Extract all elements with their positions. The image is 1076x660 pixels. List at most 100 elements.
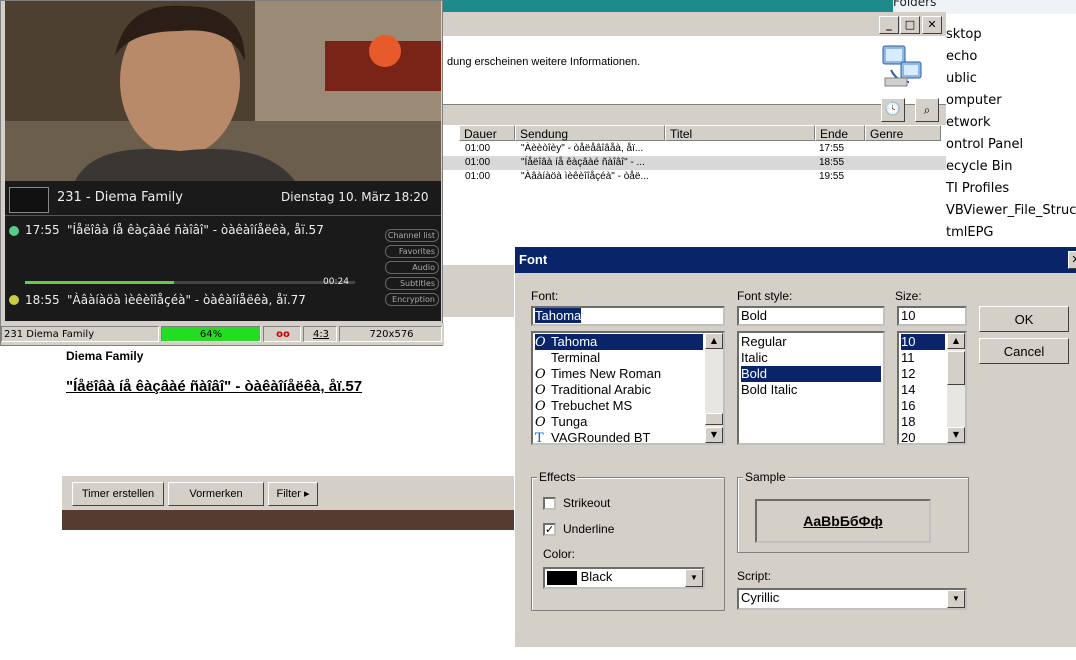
ok-button[interactable]: OK: [979, 306, 1069, 332]
opentype-icon: O: [535, 399, 546, 414]
size-list[interactable]: 10 11 12 14 16 18 20 ▲ ▼: [897, 331, 967, 445]
script-select[interactable]: Cyrillic ▼: [737, 588, 967, 610]
osd-side-button[interactable]: Encryption: [385, 293, 439, 306]
color-swatch: [547, 570, 577, 585]
font-option-label: Tunga: [551, 414, 588, 429]
clock-button[interactable]: 🕓: [881, 98, 905, 122]
table-row[interactable]: 01:00 "Àâàíàöà ìèêèîîåçéà" - òåë... 19:5…: [443, 170, 946, 184]
color-select[interactable]: Black ▼: [543, 567, 705, 589]
opentype-icon: O: [535, 335, 546, 350]
style-option[interactable]: Italic: [741, 350, 881, 366]
size-option[interactable]: 11: [901, 350, 945, 366]
font-option[interactable]: O Trebuchet MS: [535, 398, 703, 414]
font-name-field[interactable]: Tahoma: [531, 306, 725, 326]
folder-item[interactable]: tmlEPG: [946, 225, 994, 240]
dialog-close-button[interactable]: ✕: [1068, 251, 1076, 269]
font-option-label: VAGRounded BT: [551, 430, 651, 445]
size-option[interactable]: 14: [901, 382, 945, 398]
column-ende[interactable]: Ende: [815, 125, 865, 141]
filter-button[interactable]: Filter ▸: [268, 482, 318, 506]
cell-sendung: "Àâàíàöà ìèêèîîåçéà" - òåë...: [521, 171, 649, 182]
folder-item[interactable]: ecycle Bin: [946, 159, 1013, 174]
underline-checkbox[interactable]: ✓: [543, 523, 556, 536]
size-option[interactable]: 16: [901, 398, 945, 414]
osd-side-button[interactable]: Favorites: [385, 245, 439, 258]
status-aspect[interactable]: 4:3: [303, 326, 337, 342]
font-style-list[interactable]: Regular Italic Bold Bold Italic: [737, 331, 885, 445]
progress-fill: [25, 281, 174, 284]
scroll-down-icon[interactable]: ▼: [947, 427, 965, 443]
opentype-icon: O: [535, 367, 546, 382]
size-label: Size:: [895, 289, 922, 303]
osd-side-button[interactable]: Audio: [385, 261, 439, 274]
folder-item[interactable]: VBViewer_File_Struc: [946, 203, 1076, 218]
record-icon[interactable]: oo: [263, 326, 301, 342]
folder-item[interactable]: omputer: [946, 93, 1002, 108]
cell-ende: 17:55: [819, 143, 845, 154]
chevron-down-icon[interactable]: ▼: [685, 569, 703, 587]
column-dauer[interactable]: Dauer: [459, 125, 515, 141]
folder-item[interactable]: echo: [946, 49, 977, 64]
osd-channel: 231 - Diema Family: [57, 190, 183, 205]
chevron-down-icon[interactable]: ▼: [947, 590, 965, 608]
size-field[interactable]: 10: [897, 306, 967, 326]
status-resolution: 720x576: [339, 326, 442, 342]
video-image: [5, 1, 441, 181]
font-option[interactable]: O Traditional Arabic: [535, 382, 703, 398]
font-option[interactable]: O Tunga: [535, 414, 703, 430]
font-label: Font:: [531, 289, 559, 303]
folder-item[interactable]: TI Profiles: [946, 181, 1009, 196]
style-option[interactable]: Bold Italic: [741, 382, 881, 398]
scroll-up-icon[interactable]: ▲: [947, 333, 965, 349]
scroll-thumb[interactable]: [705, 413, 723, 425]
cell-dauer: 01:00: [465, 171, 491, 182]
size-option[interactable]: 10: [901, 334, 945, 350]
effects-group: [531, 477, 725, 611]
size-option[interactable]: 18: [901, 414, 945, 430]
size-option[interactable]: 20: [901, 430, 945, 443]
close-button[interactable]: ✕: [922, 16, 942, 34]
osd-side-button[interactable]: Channel list: [385, 229, 439, 242]
osd-side-button[interactable]: Subtitles: [385, 277, 439, 290]
sample-label: Sample: [743, 470, 788, 484]
filter-label: Filter: [276, 488, 301, 500]
font-option[interactable]: O Times New Roman: [535, 366, 703, 382]
size-list-scrollbar[interactable]: ▲ ▼: [947, 333, 965, 443]
strikeout-checkbox[interactable]: [543, 497, 556, 510]
column-genre[interactable]: Genre: [865, 125, 941, 141]
style-option[interactable]: Regular: [741, 334, 881, 350]
font-list-scrollbar[interactable]: ▲ ▼: [705, 333, 723, 443]
channel-logo-box: [9, 187, 49, 213]
cell-dauer: 01:00: [465, 143, 491, 154]
search-button[interactable]: ⌕: [915, 98, 939, 122]
size-option[interactable]: 12: [901, 366, 945, 382]
cancel-button[interactable]: Cancel: [979, 338, 1069, 364]
folder-item[interactable]: ublic: [946, 71, 977, 86]
font-option[interactable]: T VAGRounded BT: [535, 430, 703, 445]
vormerken-button[interactable]: Vormerken: [168, 482, 264, 506]
network-computer-icon: [882, 45, 922, 87]
opentype-icon: O: [535, 415, 546, 430]
epg-titlebar: _ □ ✕: [443, 12, 946, 36]
column-titel[interactable]: Titel: [665, 125, 815, 141]
folder-item[interactable]: ontrol Panel: [946, 137, 1023, 152]
font-option[interactable]: Terminal: [535, 350, 703, 366]
scroll-up-icon[interactable]: ▲: [705, 333, 723, 349]
minimize-button[interactable]: _: [879, 16, 899, 34]
binoculars-icon: ⌕: [923, 103, 931, 117]
style-option[interactable]: Bold: [741, 366, 881, 382]
table-row[interactable]: 01:00 "Àèèòîèy" - òåëåâîâåà, åï... 17:55: [443, 142, 946, 156]
font-option[interactable]: O Tahoma: [535, 334, 703, 350]
font-style-field[interactable]: Bold: [737, 306, 885, 326]
timer-create-button[interactable]: Timer erstellen: [72, 482, 164, 506]
table-row[interactable]: 01:00 "Íåëîâà íå êàçâàé ñàîâî" - ... 18:…: [443, 156, 946, 170]
folders-label: Folders: [893, 0, 937, 9]
folder-item[interactable]: etwork: [946, 115, 991, 130]
maximize-button[interactable]: □: [900, 16, 920, 34]
scroll-thumb[interactable]: [947, 351, 965, 385]
scroll-down-icon[interactable]: ▼: [705, 427, 723, 443]
font-list[interactable]: O Tahoma Terminal O Times New Roman O Tradi…: [531, 331, 725, 445]
column-sendung[interactable]: Sendung: [515, 125, 665, 141]
next-indicator-icon: [9, 295, 19, 305]
folder-item[interactable]: sktop: [946, 27, 982, 42]
